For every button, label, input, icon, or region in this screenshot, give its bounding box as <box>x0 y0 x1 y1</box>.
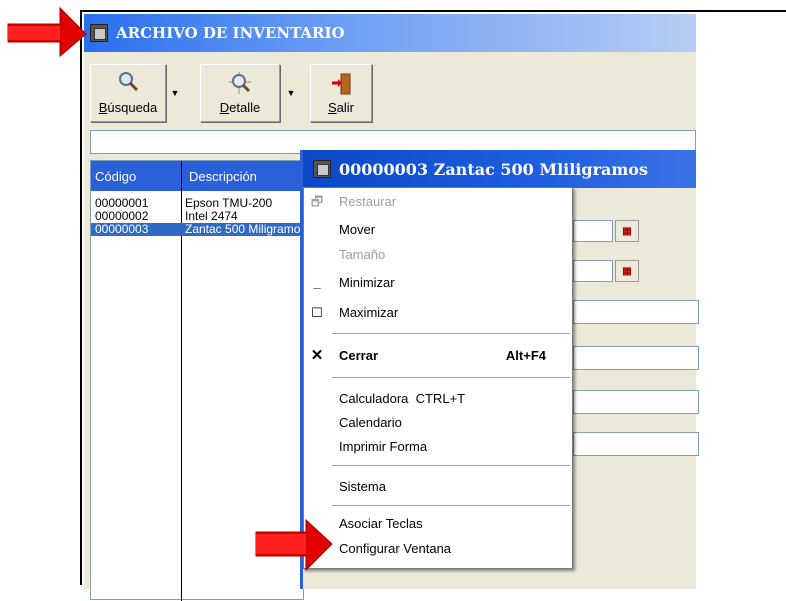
inventory-title-bar[interactable]: ARCHIVO DE INVENTARIO <box>84 14 696 52</box>
detail-button-label: Detalle <box>219 100 261 115</box>
exit-button[interactable]: Salir <box>310 64 372 122</box>
menu-item-config-window[interactable]: Configurar Ventana <box>304 538 572 560</box>
product-detail-title-bar[interactable]: 00000003 Zantac 500 Mliligramos <box>303 150 696 188</box>
close-shortcut: Alt+F4 <box>505 348 546 363</box>
menu-item-print-form[interactable]: Imprimir Forma <box>304 436 572 458</box>
list-item-selected[interactable]: 00000003 Zantac 500 Miligramos <box>91 223 305 236</box>
menu-item-size[interactable]: Tamaño <box>304 244 572 266</box>
system-menu: 🗗 Restaurar Mover Tamaño _ Minimizar ☐ M… <box>303 187 573 569</box>
calendar-icon[interactable]: ▦ <box>615 220 639 242</box>
exit-door-icon <box>332 73 351 95</box>
menu-separator <box>332 465 570 466</box>
minimize-icon: _ <box>313 275 321 290</box>
menu-item-maximize[interactable]: ☐ Maximizar <box>304 302 572 324</box>
window-title: ARCHIVO DE INVENTARIO <box>116 24 345 42</box>
maximize-icon: ☐ <box>311 305 323 320</box>
menu-item-label: Tamaño <box>339 247 386 262</box>
restore-icon: 🗗 <box>310 194 324 209</box>
list-item[interactable]: 00000002 Intel 2474 <box>91 210 305 223</box>
toolbar: Búsqueda ▼ Detalle ▼ Salir <box>84 58 696 136</box>
exit-button-label: Salir <box>327 100 354 115</box>
menu-item-label: Asociar Teclas <box>339 516 423 531</box>
detail-field-3[interactable] <box>573 390 699 414</box>
menu-item-label: Minimizar <box>339 275 395 290</box>
menu-item-label: Imprimir Forma <box>339 439 428 454</box>
menu-separator <box>332 333 570 334</box>
menu-item-label: Calculadora CTRL+T <box>339 391 466 406</box>
calendar-icon[interactable]: ▦ <box>615 260 639 282</box>
arrow-pointer-icon <box>255 518 333 572</box>
item-code: 00000003 <box>95 223 149 236</box>
magnifier-icon <box>119 72 139 92</box>
menu-item-label: Calendario <box>339 415 402 430</box>
item-description: Zantac 500 Miligramos <box>185 223 305 236</box>
close-icon: ✕ <box>310 347 324 364</box>
menu-item-calendar[interactable]: Calendario <box>304 412 572 434</box>
detail-button[interactable]: Detalle <box>200 64 280 122</box>
item-description: Epson TMU-200 <box>185 197 273 210</box>
menu-item-assoc-keys[interactable]: Asociar Teclas <box>304 513 572 535</box>
menu-item-minimize[interactable]: _ Minimizar <box>304 272 572 294</box>
app-icon[interactable] <box>90 24 108 42</box>
child-window-icon[interactable] <box>313 160 331 178</box>
date-field-1[interactable] <box>573 220 613 242</box>
menu-item-move[interactable]: Mover <box>304 219 572 241</box>
list-item[interactable]: 00000001 Epson TMU-200 <box>91 197 305 210</box>
menu-item-label: Configurar Ventana <box>339 541 452 556</box>
search-button[interactable]: Búsqueda <box>90 64 166 122</box>
code-column-header[interactable]: Código <box>95 169 136 184</box>
detail-field-1[interactable] <box>573 300 699 324</box>
menu-item-restore[interactable]: 🗗 Restaurar <box>304 191 572 213</box>
menu-item-system[interactable]: Sistema <box>304 476 572 498</box>
menu-item-label: Restaurar <box>339 194 397 209</box>
menu-item-label: Sistema <box>339 479 386 494</box>
menu-separator <box>332 505 570 506</box>
menu-item-label: Mover <box>339 222 376 237</box>
menu-separator <box>332 377 570 378</box>
child-window-title: 00000003 Zantac 500 Mliligramos <box>339 159 648 179</box>
description-column-header[interactable]: Descripción <box>189 169 257 184</box>
search-dropdown-arrow[interactable]: ▼ <box>168 64 182 122</box>
list-header: Código Descripción <box>91 161 305 191</box>
detail-field-2[interactable] <box>573 346 699 370</box>
menu-item-label: Cerrar <box>339 348 379 363</box>
item-code: 00000001 <box>95 197 149 210</box>
detail-dropdown-arrow[interactable]: ▼ <box>284 64 298 122</box>
item-description: Intel 2474 <box>185 210 238 223</box>
menu-item-close[interactable]: ✕ Cerrar Alt+F4 <box>304 345 572 367</box>
menu-item-label: Maximizar <box>339 305 399 320</box>
search-button-label: Búsqueda <box>98 100 158 115</box>
detail-field-4[interactable] <box>573 432 699 456</box>
date-field-2[interactable] <box>573 260 613 282</box>
menu-item-calculator[interactable]: Calculadora CTRL+T <box>304 388 572 410</box>
arrow-pointer-icon <box>7 6 87 58</box>
item-code: 00000002 <box>95 210 149 223</box>
detail-magnifier-icon <box>229 72 251 94</box>
